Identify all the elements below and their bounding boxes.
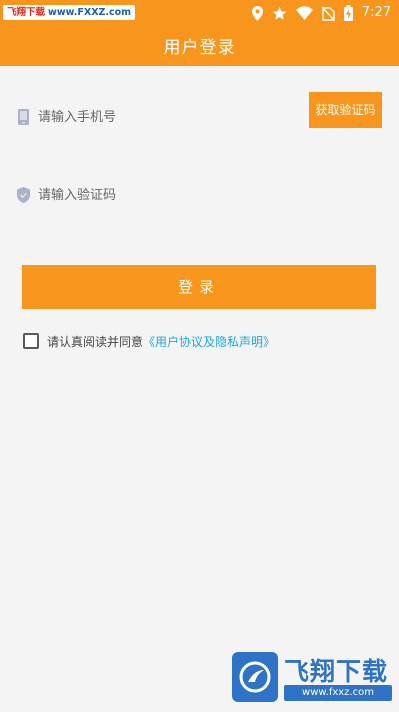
status-bar: 飞翔下载 www.FXXZ.com 7:27 [0, 0, 399, 26]
code-field-row [0, 175, 399, 215]
watermark-badge-brand: 飞翔下载 [7, 7, 46, 18]
watermark: 飞翔下载 www.fxxz.com [232, 652, 392, 706]
battery-charging-icon [343, 5, 353, 21]
login-screen: 飞翔下载 www.FXXZ.com 7:27 用户登录 请输入手机号 获取验证码… [0, 0, 399, 712]
phone-icon [18, 109, 29, 125]
get-code-button[interactable]: 获取验证码 [309, 92, 382, 128]
shield-icon [17, 187, 30, 203]
status-icons: 7:27 [251, 4, 391, 22]
agreement-text: 请认真阅读并同意 [47, 334, 144, 349]
title-bar: 用户登录 [0, 26, 399, 66]
location-icon [251, 5, 263, 21]
watermark-url: www.fxxz.com [284, 685, 392, 701]
star-icon [272, 6, 287, 20]
watermark-badge-url: www.FXXZ.com [48, 7, 132, 18]
watermark-badge: 飞翔下载 www.FXXZ.com [3, 5, 136, 20]
watermark-logo [232, 652, 278, 702]
wifi-icon [295, 6, 313, 20]
login-button[interactable]: 登录 [22, 265, 376, 309]
phone-input[interactable] [38, 105, 298, 129]
status-time: 7:27 [361, 5, 391, 20]
page-title: 用户登录 [163, 38, 236, 58]
watermark-brand: 飞翔下载 [284, 657, 389, 686]
agreement-row: 请认真阅读并同意 《用户协议及隐私声明》 [23, 332, 275, 350]
no-sim-icon [321, 6, 335, 21]
agree-checkbox[interactable] [23, 333, 39, 349]
code-input[interactable] [38, 183, 298, 207]
agreement-link[interactable]: 《用户协议及隐私声明》 [143, 333, 275, 350]
